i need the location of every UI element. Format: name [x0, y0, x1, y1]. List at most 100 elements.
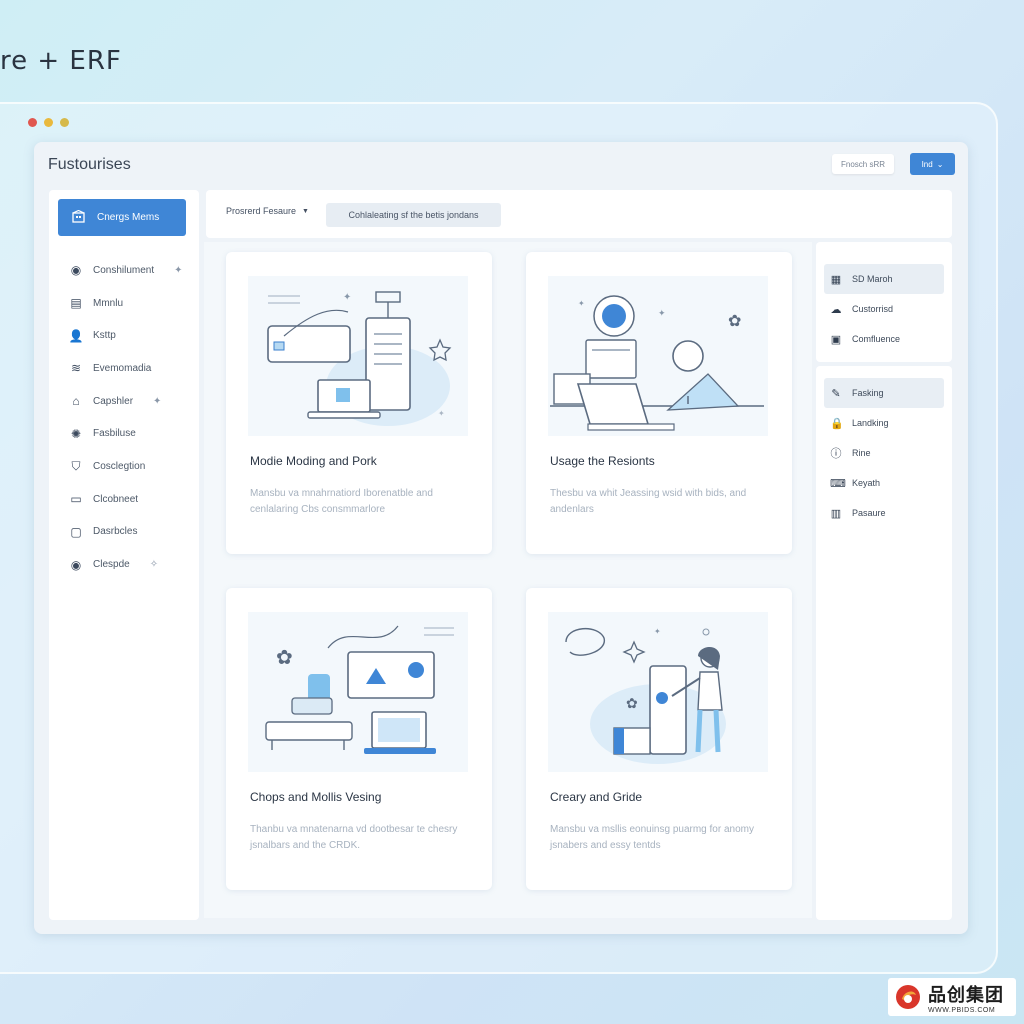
pencil-icon: ✎: [831, 387, 841, 400]
toolbar: Prosrerd Fesaure ▼ Cohlaleating sf the b…: [206, 190, 952, 238]
card-title: Usage the Resionts: [550, 454, 655, 468]
info-icon: ⓘ: [830, 448, 842, 460]
monitor-icon: ▭: [70, 492, 82, 507]
logo-mark-icon: [896, 985, 920, 1009]
sidebar-item[interactable]: ▢ Dasrbcles: [69, 516, 189, 549]
right-panel-item-label: Rine: [852, 448, 871, 458]
settings-icon: ✺: [70, 426, 82, 441]
sidebar-item[interactable]: ◉ Clespde ✧: [69, 548, 189, 581]
svg-text:✦: ✦: [654, 627, 661, 636]
bars-icon: ▥: [830, 507, 842, 520]
sidebar-list: ◉ Conshilument ✦ ▤ Mmnlu 👤 Ksttp ≋ Evemomadia ⌂ Ca…: [69, 254, 189, 581]
sidebar-item-label: Fasbiluse: [93, 428, 136, 440]
close-dot[interactable]: [28, 118, 37, 127]
right-panel-item[interactable]: ▣ Comfluence: [816, 324, 952, 354]
svg-text:✦: ✦: [658, 309, 666, 319]
sidebar-item-label: Clespde: [93, 559, 130, 571]
header-text: re + ERF: [0, 46, 122, 76]
right-panel-item[interactable]: ☁ Custorrisd: [816, 294, 952, 324]
card-3[interactable]: ✿ Chops and Mollis Vesing Thanbu va mnat…: [226, 588, 492, 890]
database-icon: ≋: [70, 361, 82, 376]
sidebar-item-label: Capshler: [93, 395, 134, 407]
svg-text:✿: ✿: [728, 311, 741, 330]
right-panel-item[interactable]: 🔒 Landking: [816, 408, 952, 438]
caret-down-icon: ▼: [302, 207, 309, 215]
card-title: Chops and Mollis Vesing: [250, 790, 382, 804]
right-panel-item[interactable]: ⓘ Rine: [816, 438, 952, 468]
sidebar-item[interactable]: ◉ Conshilument ✦: [69, 254, 189, 287]
card-2[interactable]: ✿ ✦ ✦ Usage the Resionts Thesbu va whit …: [526, 252, 792, 554]
svg-text:✿: ✿: [626, 696, 638, 712]
right-panel-item[interactable]: ▦ SD Maroh: [824, 264, 944, 294]
circle-icon: ◉: [70, 557, 82, 572]
filter-chip[interactable]: Cohlaleating sf the betis jondans: [326, 203, 501, 227]
right-panel-item[interactable]: ▥ Pasaure: [816, 498, 952, 528]
chevron-down-icon: ⌄: [936, 159, 944, 169]
card-1[interactable]: ✦ ✦ Modie Moding and Pork Mansbu va mnah…: [226, 252, 492, 554]
right-panel-bottom: ✎ Fasking 🔒 Landking ⓘ Rine ⌨ Keyath ▥ Pasaure: [816, 366, 952, 920]
minimize-dot[interactable]: [44, 118, 53, 127]
card-description: Thesbu va whit Jeassing wsid with bids, …: [550, 488, 747, 515]
right-panel-item-label: Landking: [852, 418, 889, 428]
right-panel-item[interactable]: ✎ Fasking: [824, 378, 944, 408]
sidebar: Cnergs Mems ◉ Conshilument ✦ ▤ Mmnlu 👤 Ksttp ≋ E…: [49, 190, 199, 920]
building-icon: [72, 209, 85, 226]
right-panel-item[interactable]: ⌨ Keyath: [816, 468, 952, 498]
sidebar-item-label: Ksttp: [93, 330, 116, 342]
right-panel-top: ▦ SD Maroh ☁ Custorrisd ▣ Comfluence: [816, 242, 952, 362]
sidebar-item-label: Cnergs Mems: [97, 212, 160, 223]
keyboard-icon: ⌨: [830, 477, 846, 490]
home-icon: ⌂: [72, 394, 80, 409]
watermark-logo: 品创集团 WWW.PBIDS.COM: [888, 978, 1016, 1016]
sidebar-item[interactable]: ▤ Mmnlu: [69, 287, 189, 320]
sidebar-item-active[interactable]: Cnergs Mems: [58, 199, 186, 236]
sidebar-item-label: Clcobneet: [93, 493, 139, 505]
sidebar-item[interactable]: ✺ Fasbiluse: [69, 417, 189, 450]
card-title: Modie Moding and Pork: [250, 454, 377, 468]
feature-dropdown[interactable]: Prosrerd Fesaure ▼: [226, 206, 309, 216]
card-grid: ✦ ✦ Modie Moding and Pork Mansbu va mnah…: [204, 242, 812, 918]
maximize-dot[interactable]: [60, 118, 69, 127]
card-title: Creary and Gride: [550, 790, 643, 804]
primary-button-label: Ind: [921, 159, 933, 169]
sidebar-item-label: Conshilument: [93, 264, 155, 276]
sparkle-icon: ✧: [149, 559, 159, 571]
sidebar-item[interactable]: ≋ Evemomadia: [69, 352, 189, 385]
svg-text:✦: ✦: [438, 409, 445, 418]
right-panel-item-label: Pasaure: [852, 508, 886, 518]
sidebar-item[interactable]: 👤 Ksttp: [69, 319, 189, 352]
card-icon: ▢: [70, 524, 82, 539]
calendar-icon: ▦: [830, 273, 842, 286]
sidebar-item-label: Mmnlu: [93, 297, 124, 309]
right-panel-item-label: Fasking: [852, 388, 884, 398]
sidebar-item[interactable]: ⌂ Capshler ✦: [69, 385, 189, 418]
card-illustration-workspace: ✿: [248, 612, 468, 772]
card-illustration-devices: ✦ ✦: [248, 276, 468, 436]
circle-icon: ◉: [70, 263, 82, 278]
primary-button[interactable]: Ind ⌄: [910, 153, 955, 175]
right-panel-item-label: Keyath: [852, 478, 881, 488]
login-button[interactable]: Fnosch sRR: [832, 154, 894, 174]
document-icon: ▣: [830, 333, 842, 346]
sparkle-icon: ✦: [174, 264, 183, 276]
sidebar-item[interactable]: ⛉ Cosclegtion: [69, 450, 189, 483]
svg-text:✿: ✿: [276, 645, 293, 669]
sidebar-item-label: Dasrbcles: [93, 526, 138, 538]
lock-icon: 🔒: [830, 417, 844, 430]
card-illustration-user: ✿ ✦ ✦: [548, 276, 768, 436]
dropdown-label: Prosrerd Fesaure: [226, 206, 297, 216]
window-controls: [28, 118, 69, 127]
sidebar-item[interactable]: ▭ Clcobneet: [69, 483, 189, 516]
right-panel-item-label: SD Maroh: [852, 274, 893, 284]
svg-text:✦: ✦: [343, 292, 351, 303]
card-4[interactable]: ✿ ✦ Creary and Gride Mansbu va msllis eo…: [526, 588, 792, 890]
right-panel-item-label: Comfluence: [852, 334, 901, 344]
sidebar-item-label: Evemomadia: [93, 362, 152, 374]
sidebar-item-label: Cosclegtion: [93, 460, 146, 472]
chart-icon: ▤: [70, 296, 82, 311]
card-illustration-person-screen: ✿ ✦: [548, 612, 768, 772]
cloud-icon: ☁: [830, 303, 842, 316]
logo-url: WWW.PBIDS.COM: [928, 1006, 996, 1014]
card-description: Mansbu va msllis eonuinsg puarmg for ano…: [550, 824, 754, 851]
right-panel-item-label: Custorrisd: [852, 304, 894, 314]
